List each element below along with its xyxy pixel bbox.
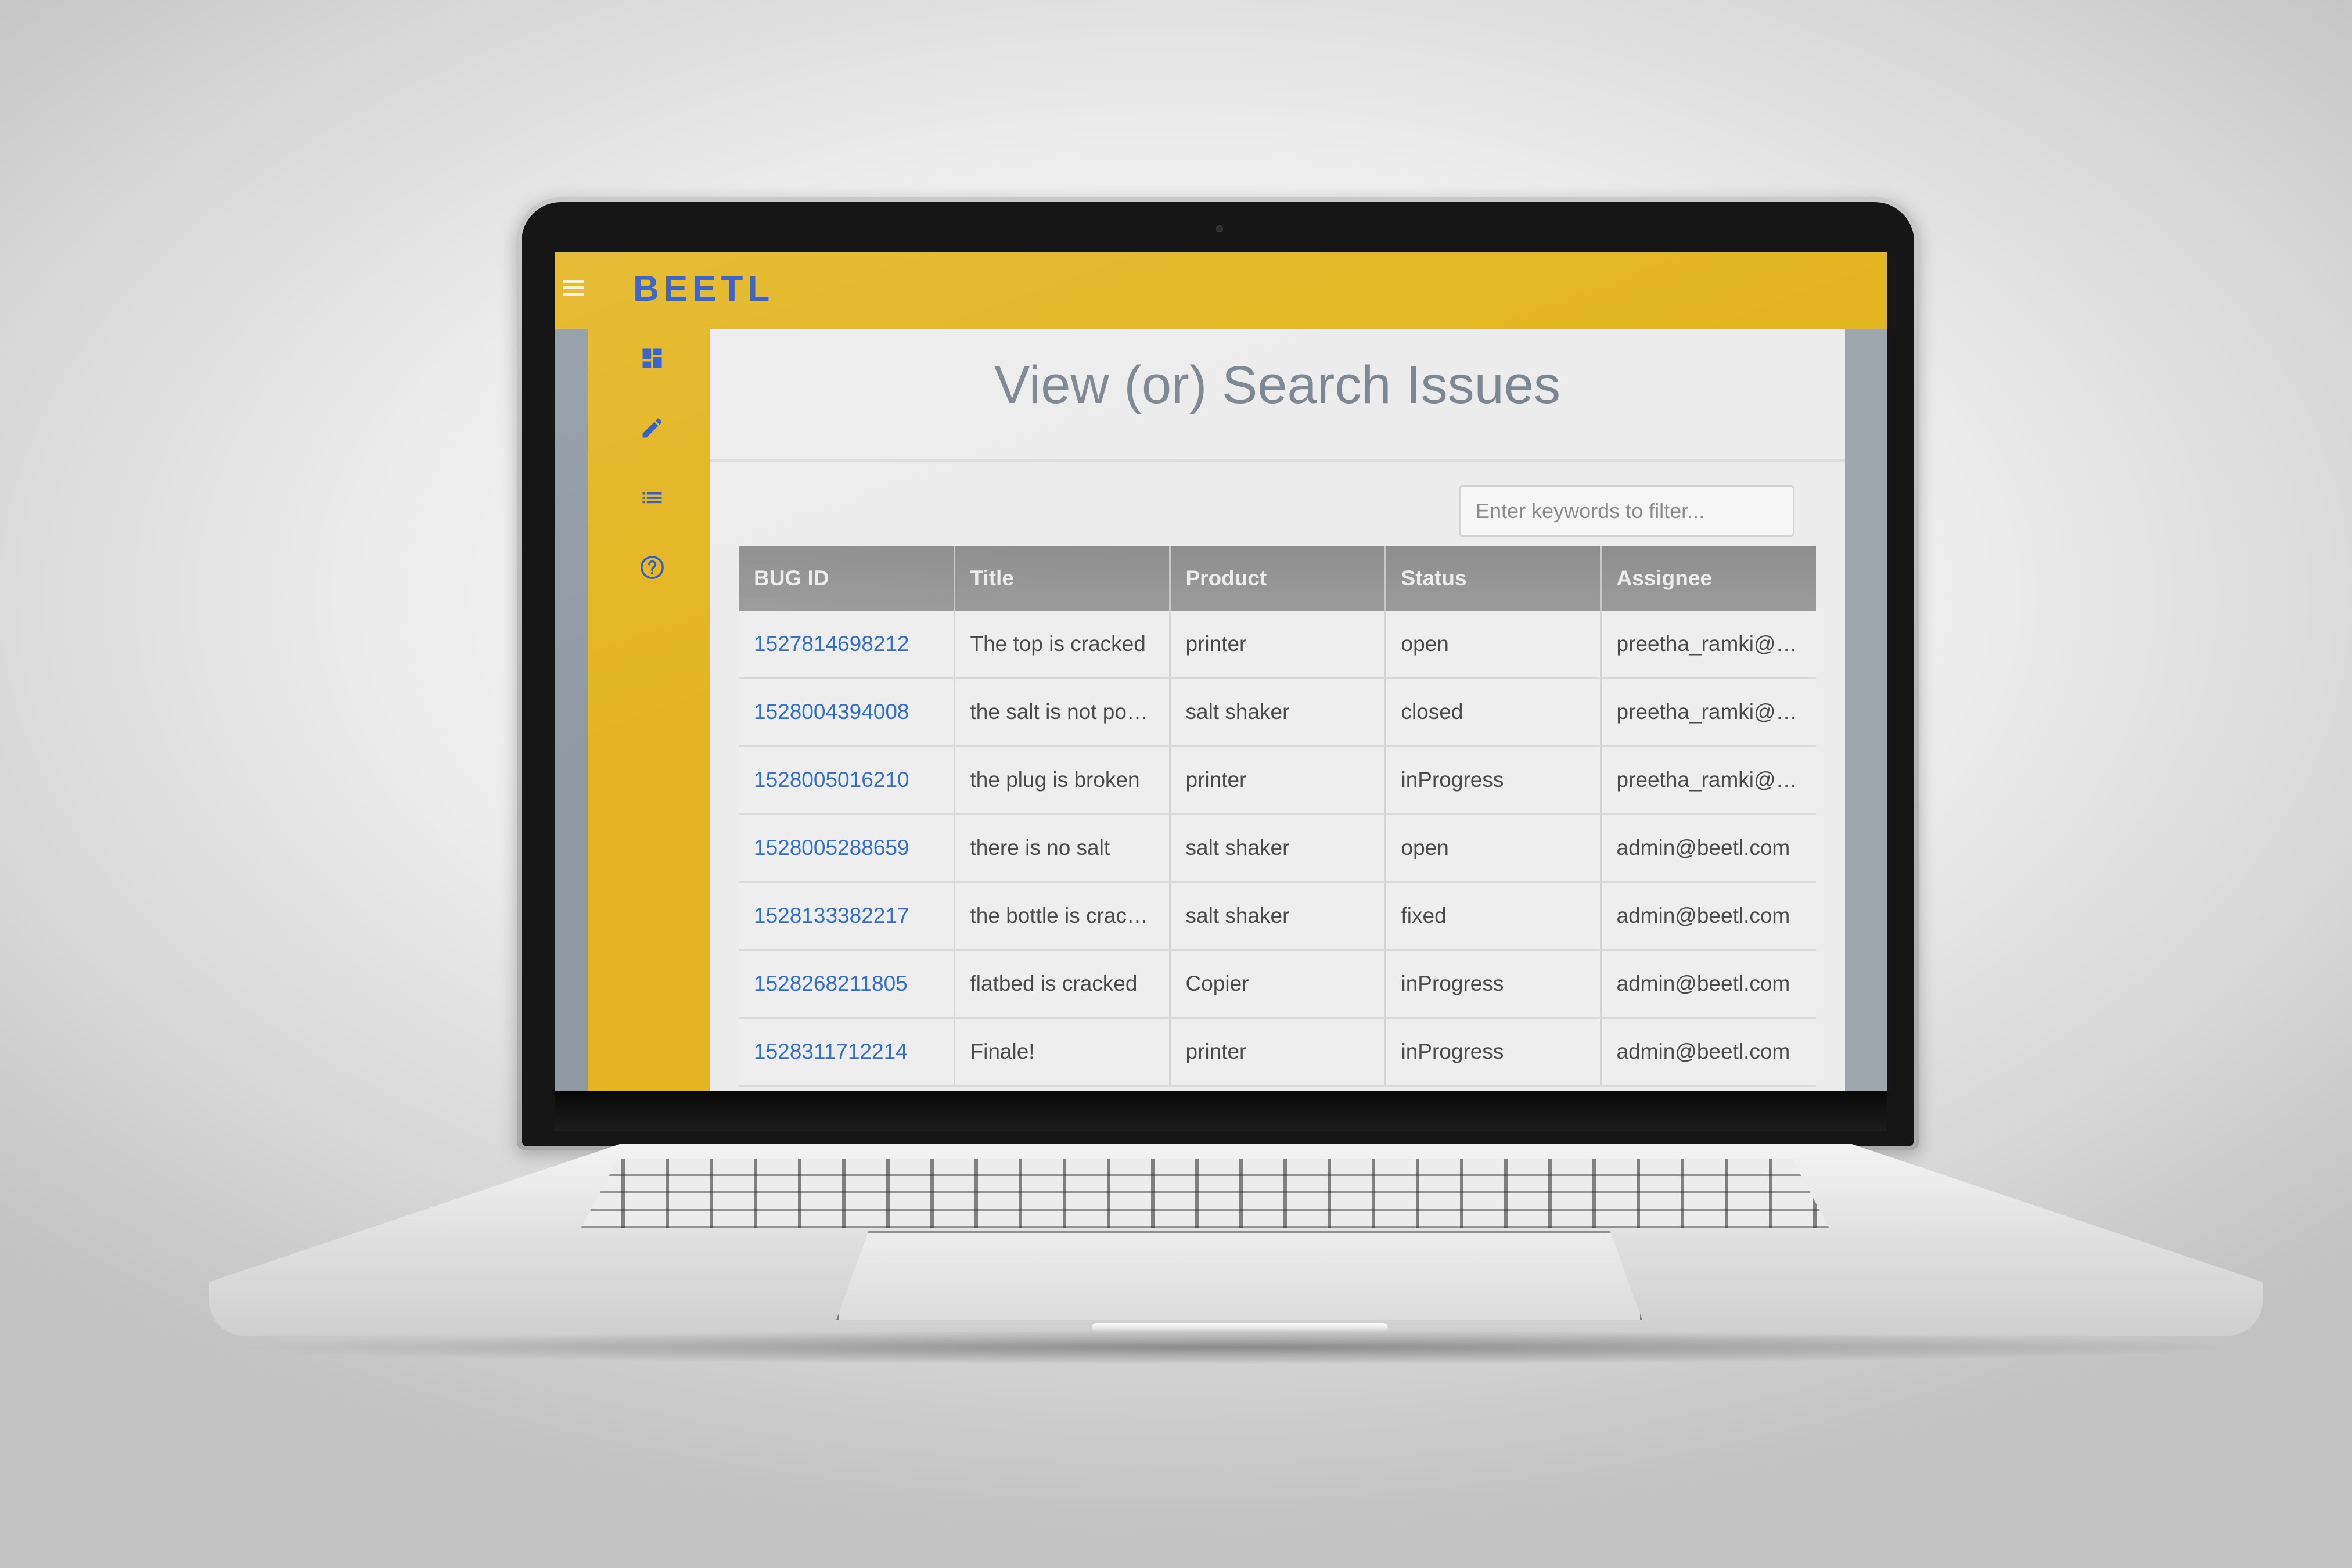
column-header-title[interactable]: Title: [954, 546, 1171, 611]
cell-product: salt shaker: [1170, 678, 1386, 747]
cell-product: Copier: [1170, 950, 1386, 1019]
bug-id-link[interactable]: 1528004394008: [754, 700, 909, 724]
cell-assignee: preetha_ramki@h...: [1601, 746, 1816, 815]
page-title: View (or) Search Issues: [994, 355, 1560, 415]
bug-id-link[interactable]: 1528133382217: [754, 904, 909, 927]
column-header-assignee[interactable]: Assignee: [1601, 546, 1816, 611]
list-icon: [642, 492, 662, 504]
app-header: BEETL: [555, 252, 1887, 329]
cell-product: printer: [1170, 1017, 1386, 1087]
pencil-icon: [642, 418, 662, 438]
table-row[interactable]: 1527814698212 The top is cracked printer…: [739, 611, 1816, 679]
bug-id-link[interactable]: 1528268211805: [754, 972, 908, 995]
cell-status: fixed: [1385, 882, 1602, 951]
sidebar-item-dashboard[interactable]: [635, 341, 670, 376]
table-row[interactable]: 1528311712214 Finale! printer inProgress…: [739, 1017, 1816, 1087]
app-logo[interactable]: BEETL: [633, 268, 774, 310]
column-header-status[interactable]: Status: [1385, 546, 1602, 611]
scroll-gutter: [1845, 329, 1887, 1091]
sidebar-item-issue-list[interactable]: [635, 480, 670, 515]
cell-assignee: admin@beetl.com: [1601, 1017, 1816, 1087]
cell-status: inProgress: [1385, 746, 1602, 815]
cell-product: salt shaker: [1170, 814, 1386, 883]
table-row[interactable]: 1528004394008 the salt is not pour... sa…: [739, 678, 1816, 747]
webcam: [1216, 225, 1223, 232]
issues-table: BUG ID Title Product Status Assignee 152…: [739, 546, 1816, 1087]
bug-id-link[interactable]: 1528311712214: [754, 1040, 908, 1063]
cell-title: Finale!: [954, 1017, 1171, 1087]
table-row[interactable]: 1528133382217 the bottle is cracked salt…: [739, 882, 1816, 951]
table-header-row: BUG ID Title Product Status Assignee: [739, 546, 1816, 611]
table-row[interactable]: 1528268211805 flatbed is cracked Copier …: [739, 950, 1816, 1019]
cell-title: the bottle is cracked: [954, 882, 1171, 951]
cell-assignee: preetha_ramki@h...: [1601, 611, 1816, 679]
column-header-product[interactable]: Product: [1170, 546, 1386, 611]
cell-product: salt shaker: [1170, 882, 1386, 951]
cell-product: printer: [1170, 746, 1386, 815]
cell-assignee: admin@beetl.com: [1601, 814, 1816, 883]
table-row[interactable]: 1528005288659 there is no salt salt shak…: [739, 814, 1816, 883]
sidebar-item-create-issue[interactable]: [635, 411, 670, 445]
cell-status: open: [1385, 814, 1602, 883]
column-header-bug-id[interactable]: BUG ID: [739, 546, 955, 611]
cell-status: open: [1385, 611, 1602, 679]
cell-title: the salt is not pour...: [954, 678, 1171, 747]
main-content: View (or) Search Issues BUG ID Title Pro…: [710, 329, 1845, 1091]
cell-title: The top is cracked: [954, 611, 1171, 679]
cell-product: printer: [1170, 611, 1386, 679]
bug-id-link[interactable]: 1528005016210: [754, 768, 909, 792]
keyboard: [581, 1159, 1829, 1228]
cell-assignee: preetha_ramki@h...: [1601, 678, 1816, 747]
sidebar-edge: [555, 329, 588, 1091]
title-divider: [710, 459, 1845, 462]
cell-title: the plug is broken: [954, 746, 1171, 815]
cell-title: there is no salt: [954, 814, 1171, 883]
bug-id-link[interactable]: 1527814698212: [754, 632, 909, 656]
cell-status: inProgress: [1385, 950, 1602, 1019]
cell-title: flatbed is cracked: [954, 950, 1171, 1019]
filter-input[interactable]: [1459, 485, 1794, 537]
dashboard-icon: [642, 348, 662, 368]
laptop-screen: BEETL View (or) Search Issues Enter keyw…: [555, 252, 1887, 1091]
table-row[interactable]: 1528005016210 the plug is broken printer…: [739, 746, 1816, 815]
bug-id-link[interactable]: 1528005288659: [754, 836, 909, 859]
trackpad: [836, 1231, 1642, 1320]
cell-status: closed: [1385, 678, 1602, 747]
hamburger-menu-icon[interactable]: [560, 275, 586, 301]
help-icon: [641, 556, 664, 579]
cell-status: inProgress: [1385, 1017, 1602, 1087]
cell-assignee: admin@beetl.com: [1601, 882, 1816, 951]
cell-assignee: admin@beetl.com: [1601, 950, 1816, 1019]
sidebar-item-help[interactable]: [635, 550, 670, 585]
screen-bottom-bezel: [555, 1091, 1887, 1131]
